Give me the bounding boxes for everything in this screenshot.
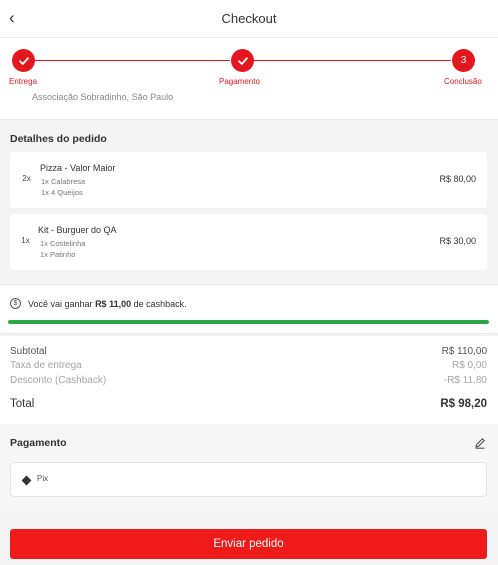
item-name: Pizza - Valor Maior xyxy=(40,163,116,173)
item-qty: 2x xyxy=(22,174,31,183)
step-entrega-check-icon xyxy=(12,49,35,72)
header: ‹ Checkout xyxy=(0,0,498,38)
item-option: 1x Costelinha xyxy=(40,239,86,248)
payment-method-card[interactable]: Pix xyxy=(10,462,487,497)
total-value: R$ 98,20 xyxy=(440,398,487,410)
step-label-entrega: Entrega xyxy=(9,77,38,86)
item-qty: 1x xyxy=(21,236,30,245)
discount-value: -R$ 11,80 xyxy=(443,375,487,386)
item-option: 1x Patinho xyxy=(40,250,76,259)
discount-label: Desconto (Cashback) xyxy=(10,375,107,386)
cashback-suffix: de cashback. xyxy=(131,299,187,309)
step-connector xyxy=(254,60,451,61)
delivery-fee-row: Taxa de entrega R$ 0,00 xyxy=(10,360,487,371)
step-pagamento-check-icon xyxy=(231,49,254,72)
order-item: 2x Pizza - Valor Maior 1x Calabresa 1x 4… xyxy=(10,152,487,208)
page-title: Checkout xyxy=(221,11,277,26)
step-label-pagamento: Pagamento xyxy=(219,77,260,86)
discount-row: Desconto (Cashback) -R$ 11,80 xyxy=(10,375,487,386)
payment-section: Pagamento Pix xyxy=(0,424,498,516)
step-conclusao-number: 3 xyxy=(452,49,475,72)
checkout-stepper: 3 Entrega Pagamento Conclusão xyxy=(0,38,498,90)
cashback-amount: R$ 11,00 xyxy=(95,299,132,309)
payment-method-label: Pix xyxy=(37,474,49,483)
order-summary: Subtotal R$ 110,00 Taxa de entrega R$ 0,… xyxy=(0,336,498,424)
pencil-icon[interactable] xyxy=(474,437,486,449)
submit-order-button[interactable]: Enviar pedido xyxy=(10,529,487,559)
cashback-progress-track xyxy=(8,320,489,324)
cashback-text: Você vai ganhar R$ 11,00 de cashback. xyxy=(28,299,187,309)
step-label-conclusao: Conclusão xyxy=(444,77,482,86)
address-text: Associação Sobradinho, São Paulo xyxy=(32,92,174,102)
item-price: R$ 80,00 xyxy=(439,174,476,184)
item-price: R$ 30,00 xyxy=(439,236,476,246)
payment-title: Pagamento xyxy=(10,437,67,449)
total-row: Total R$ 98,20 xyxy=(10,398,487,410)
item-name: Kit - Burguer do QA xyxy=(38,225,117,235)
subtotal-value: R$ 110,00 xyxy=(441,346,487,357)
cashback-prefix: Você vai ganhar xyxy=(28,299,96,309)
subtotal-row: Subtotal R$ 110,00 xyxy=(10,346,487,357)
cashback-coin-icon: $ xyxy=(10,298,21,309)
address-summary: Associação Sobradinho, São Paulo xyxy=(0,90,498,120)
pix-icon xyxy=(21,475,32,486)
cashback-progress-fill xyxy=(8,320,489,324)
total-label: Total xyxy=(10,398,35,410)
item-option: 1x 4 Queijos xyxy=(41,188,83,197)
item-option: 1x Calabresa xyxy=(41,177,86,186)
delivery-fee-label: Taxa de entrega xyxy=(10,360,82,371)
order-item: 1x Kit - Burguer do QA 1x Costelinha 1x … xyxy=(10,214,487,270)
delivery-fee-value: R$ 0,00 xyxy=(451,360,487,371)
cashback-banner: $ Você vai ganhar R$ 11,00 de cashback. xyxy=(0,284,498,334)
step-connector xyxy=(35,60,230,61)
subtotal-label: Subtotal xyxy=(10,346,47,357)
order-details-title: Detalhes do pedido xyxy=(10,133,107,145)
